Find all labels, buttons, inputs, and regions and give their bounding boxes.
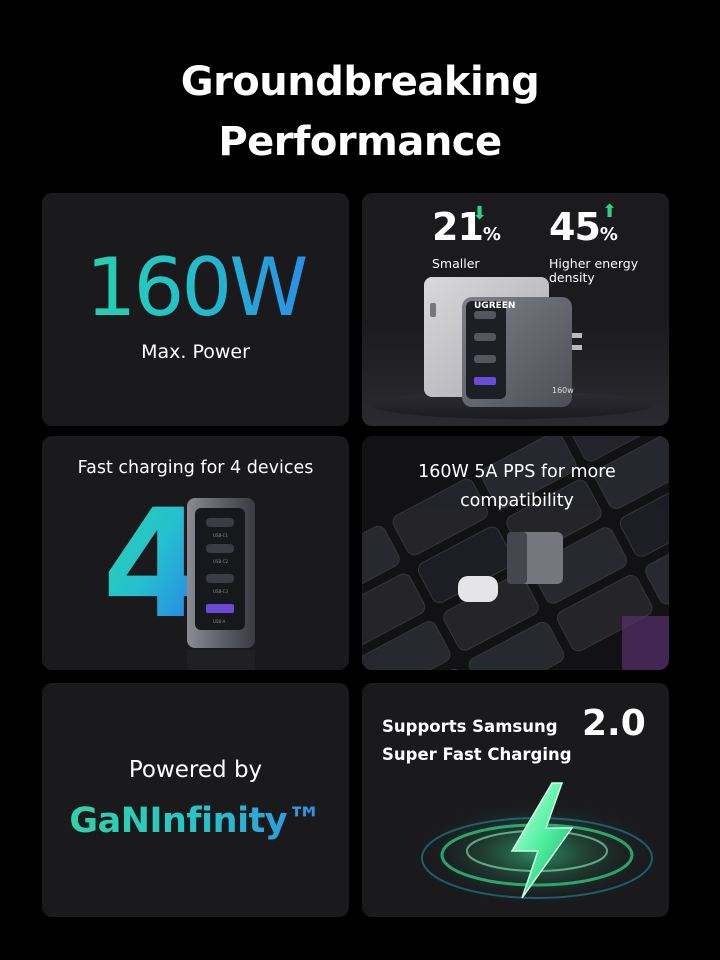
pps-title-line-1: 160W 5A PPS for more	[418, 462, 616, 482]
pps-compatibility-card: 160W 5A PPS for more compatibility	[362, 436, 669, 670]
powered-by-label: Powered by	[128, 757, 263, 783]
samsung-fast-charging-card: Supports Samsung Super Fast Charging 2.0	[362, 683, 669, 917]
product-badge: 160w	[552, 386, 574, 395]
brand-label: UGREEN	[474, 301, 515, 311]
max-power-value: 160W	[42, 241, 349, 334]
gan-infinity-logo: GaNInfinity™	[42, 801, 349, 841]
pps-title: 160W 5A PPS for more compatibility	[392, 458, 642, 516]
port-label-a: USB-A	[213, 619, 226, 624]
headline-line-2: Performance	[218, 119, 502, 165]
port-label-c1: USB-C1	[213, 533, 228, 538]
max-power-card: 160W Max. Power	[42, 193, 349, 426]
device-count: 4	[102, 478, 200, 652]
port-label-c3: USB-C3	[213, 589, 228, 594]
headline-line-1: Groundbreaking	[180, 59, 540, 105]
headline: Groundbreaking Performance	[0, 52, 720, 172]
charger-comparison-image: UGREEN 160w	[372, 277, 652, 419]
gan-infinity-card: Powered by GaNInfinity™	[42, 683, 349, 917]
lightning-bolt-icon	[417, 782, 657, 908]
four-devices-card: Fast charging for 4 devices 4 USB-C1 USB…	[42, 436, 349, 670]
max-power-label: Max. Power	[141, 341, 250, 363]
pps-title-line-2: compatibility	[460, 491, 574, 511]
port-label-c2: USB-C2	[213, 559, 228, 564]
four-ports-image: 4 USB-C1 USB-C2 USB-C3 USB-A	[102, 478, 255, 670]
size-comparison-card: 21% Smaller ⬇ 45% Higher energy density …	[362, 193, 669, 426]
